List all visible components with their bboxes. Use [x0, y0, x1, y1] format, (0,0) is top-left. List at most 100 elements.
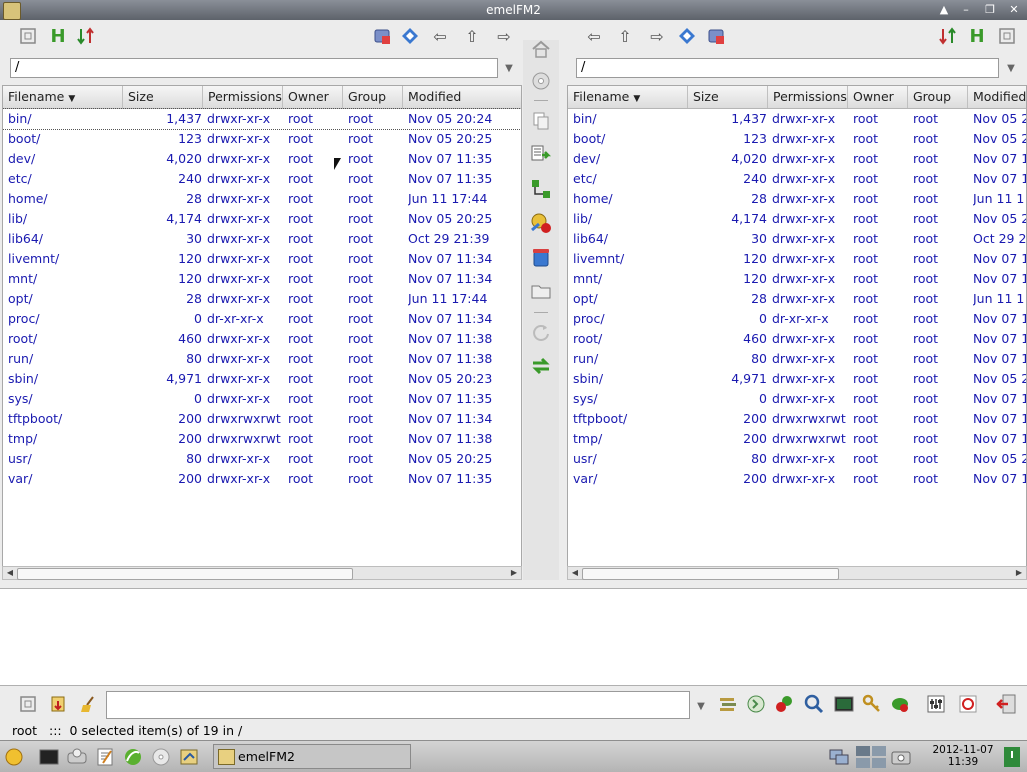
move-icon[interactable] [529, 143, 553, 167]
table-row[interactable]: livemnt/120 drwxr-xr-x root root Nov 07 11:3… [3, 249, 521, 269]
configuration-icon[interactable] [924, 692, 948, 716]
table-row[interactable]: run/80 drwxr-xr-x root root Nov 07 11:38 [3, 349, 521, 369]
table-row[interactable]: tftpboot/200 drwxrwxrwt root root Nov 07 1 [568, 409, 1026, 429]
bookmark-icon[interactable] [370, 24, 394, 48]
table-row[interactable]: dev/4,020 drwxr-xr-x root root Nov 07 1 [568, 149, 1026, 169]
left-path-dropdown-icon[interactable]: ▼ [498, 57, 520, 79]
table-row[interactable]: tmp/200 drwxrwxrwt root root Nov 07 11:38 [3, 429, 521, 449]
refresh-icon[interactable] [529, 320, 553, 344]
column-owner[interactable]: Owner [848, 86, 908, 108]
window-close-button[interactable]: ✕ [1004, 2, 1024, 18]
paths-icon[interactable] [716, 692, 740, 716]
column-modified[interactable]: Modified [968, 86, 1026, 108]
right-path-input[interactable]: / [576, 58, 999, 78]
process-icon[interactable] [744, 692, 768, 716]
table-row[interactable]: var/200 drwxr-xr-x root root Nov 07 1 [568, 469, 1026, 489]
home-icon[interactable] [529, 37, 553, 61]
table-row[interactable]: mnt/120 drwxr-xr-x root root Nov 07 1 [568, 269, 1026, 289]
column-group[interactable]: Group [908, 86, 968, 108]
table-row[interactable]: etc/240 drwxr-xr-x root root Nov 07 1 [568, 169, 1026, 189]
window-maximize-button[interactable]: ❐ [980, 2, 1000, 18]
scroll-left-icon[interactable]: ◀ [569, 567, 581, 579]
forward-icon[interactable]: ⇨ [492, 24, 516, 48]
link-icon[interactable] [529, 177, 553, 201]
table-row[interactable]: sys/0 drwxr-xr-x root root Nov 07 11:35 [3, 389, 521, 409]
text-editor-icon[interactable] [94, 746, 116, 768]
toggle-pane-icon[interactable] [675, 24, 699, 48]
forward-icon[interactable]: ⇨ [645, 24, 669, 48]
table-row[interactable]: dev/4,020 drwxr-xr-x root root Nov 07 11:35 [3, 149, 521, 169]
terminal-launcher-icon[interactable] [38, 746, 60, 768]
up-icon[interactable]: ⇧ [460, 24, 484, 48]
table-row[interactable]: usr/80 drwxr-xr-x root root Nov 05 2 [568, 449, 1026, 469]
table-row[interactable]: usr/80 drwxr-xr-x root root Nov 05 20:25 [3, 449, 521, 469]
right-path-dropdown-icon[interactable]: ▼ [1000, 57, 1022, 79]
file-manager-launcher-icon[interactable] [178, 746, 200, 768]
up-icon[interactable]: ⇧ [613, 24, 637, 48]
back-icon[interactable]: ⇦ [582, 24, 606, 48]
column-size[interactable]: Size [688, 86, 768, 108]
table-row[interactable]: proc/0 dr-xr-xr-x root root Nov 07 11:34 [3, 309, 521, 329]
sort-filter-icon[interactable] [936, 24, 960, 48]
left-horizontal-scrollbar[interactable]: ◀ ▶ [2, 566, 522, 580]
table-row[interactable]: sbin/4,971 drwxr-xr-x root root Nov 05 20:23 [3, 369, 521, 389]
column-modified[interactable]: Modified [403, 86, 521, 108]
table-row[interactable]: root/460 drwxr-xr-x root root Nov 07 1 [568, 329, 1026, 349]
hidden-files-icon[interactable]: H [46, 24, 70, 48]
table-row[interactable]: bin/1,437 drwxr-xr-x root root Nov 05 20:24 [3, 108, 521, 130]
control-panel-icon[interactable] [66, 746, 88, 768]
table-row[interactable]: lib64/30 drwxr-xr-x root root Oct 29 21:39 [3, 229, 521, 249]
scrollbar-thumb[interactable] [17, 568, 353, 580]
table-row[interactable]: bin/1,437 drwxr-xr-x root root Nov 05 2 [568, 109, 1026, 129]
sync-panes-icon[interactable] [529, 354, 553, 378]
toggle-pane-icon[interactable] [398, 24, 422, 48]
output-pane[interactable] [0, 588, 1027, 686]
fullscreen-pane-icon[interactable] [16, 24, 40, 48]
table-row[interactable]: livemnt/120 drwxr-xr-x root root Nov 07 1 [568, 249, 1026, 269]
copy-icon[interactable] [529, 109, 553, 133]
window-raise-button[interactable]: ▲ [934, 2, 954, 18]
table-row[interactable]: opt/28 drwxr-xr-x root root Jun 11 1 [568, 289, 1026, 309]
table-row[interactable]: opt/28 drwxr-xr-x root root Jun 11 17:44 [3, 289, 521, 309]
table-row[interactable]: sbin/4,971 drwxr-xr-x root root Nov 05 2 [568, 369, 1026, 389]
table-row[interactable]: lib64/30 drwxr-xr-x root root Oct 29 2 [568, 229, 1026, 249]
back-icon[interactable]: ⇦ [428, 24, 452, 48]
terminal-icon[interactable] [832, 692, 856, 716]
column-size[interactable]: Size [123, 86, 203, 108]
clock[interactable]: 2012-11-07 11:39 [928, 744, 998, 768]
column-group[interactable]: Group [343, 86, 403, 108]
table-row[interactable]: proc/0 dr-xr-xr-x root root Nov 07 1 [568, 309, 1026, 329]
fullscreen-output-icon[interactable] [16, 692, 40, 716]
right-horizontal-scrollbar[interactable]: ◀ ▶ [567, 566, 1027, 580]
screenshot-icon[interactable] [890, 746, 912, 768]
table-row[interactable]: sys/0 drwxr-xr-x root root Nov 07 1 [568, 389, 1026, 409]
help-icon[interactable] [956, 692, 980, 716]
scroll-left-icon[interactable]: ◀ [4, 567, 16, 579]
table-row[interactable]: boot/123 drwxr-xr-x root root Nov 05 20:25 [3, 129, 521, 149]
workspace-switcher[interactable] [856, 746, 886, 768]
trash-icon[interactable] [529, 245, 553, 269]
table-row[interactable]: etc/240 drwxr-xr-x root root Nov 07 11:35 [3, 169, 521, 189]
scrollbar-thumb[interactable] [582, 568, 839, 580]
table-row[interactable]: home/28 drwxr-xr-x root root Jun 11 17:44 [3, 189, 521, 209]
column-filename[interactable]: Filename ▼ [568, 86, 688, 108]
table-row[interactable]: tmp/200 drwxrwxrwt root root Nov 07 1 [568, 429, 1026, 449]
table-row[interactable]: boot/123 drwxr-xr-x root root Nov 05 2 [568, 129, 1026, 149]
permissions-icon[interactable] [529, 211, 553, 235]
scroll-right-icon[interactable]: ▶ [1013, 567, 1025, 579]
taskbar-window-button[interactable]: emelFM2 [213, 744, 411, 769]
table-row[interactable]: var/200 drwxr-xr-x root root Nov 07 11:35 [3, 469, 521, 489]
browser-icon[interactable] [122, 746, 144, 768]
output-scroll-icon[interactable] [46, 692, 70, 716]
window-minimize-button[interactable]: – [956, 2, 976, 18]
table-row[interactable]: run/80 drwxr-xr-x root root Nov 07 1 [568, 349, 1026, 369]
fullscreen-pane-icon[interactable] [995, 24, 1019, 48]
keys-icon[interactable] [860, 692, 884, 716]
column-permissions[interactable]: Permissions [203, 86, 283, 108]
network-icon[interactable] [828, 746, 850, 768]
plugins-icon[interactable] [888, 692, 912, 716]
right-file-list[interactable]: Filename ▼ Size Permissions Owner Group … [567, 85, 1027, 567]
column-permissions[interactable]: Permissions [768, 86, 848, 108]
column-owner[interactable]: Owner [283, 86, 343, 108]
command-input[interactable] [106, 691, 690, 719]
